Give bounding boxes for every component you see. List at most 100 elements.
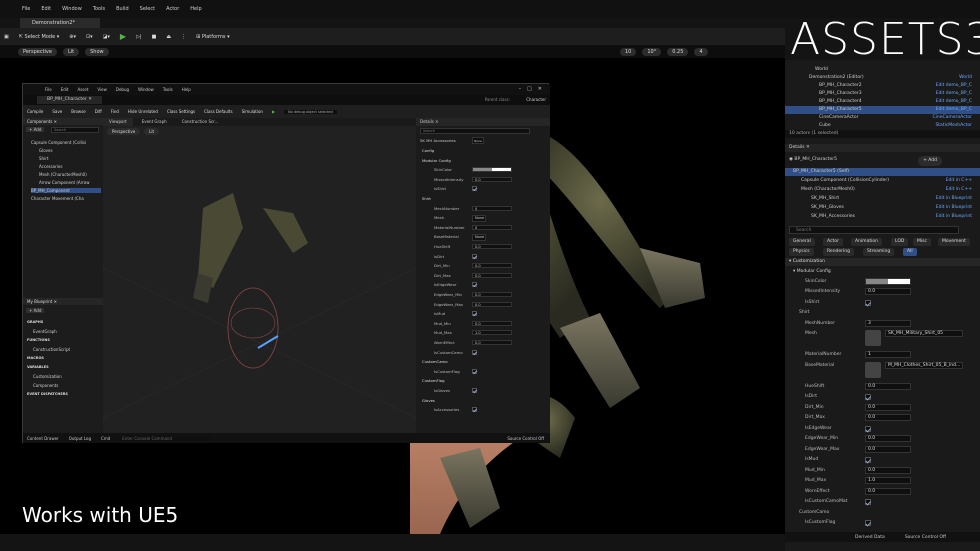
- property-value[interactable]: 1: [865, 351, 911, 358]
- scale-snap-button[interactable]: 0.25: [667, 47, 689, 56]
- grid-snap-button[interactable]: 10: [620, 47, 637, 56]
- bp-component-item[interactable]: BP_MH_Component: [31, 188, 101, 193]
- bp-details-none-value[interactable]: None: [472, 137, 484, 144]
- bp-details-tab[interactable]: Details ✕: [416, 118, 550, 126]
- details-tab[interactable]: Details ✕: [785, 144, 980, 152]
- skin-color-swatch[interactable]: [865, 278, 911, 285]
- outliner-row-type[interactable]: Edit demo_BP_C: [936, 82, 972, 90]
- bp-viewport[interactable]: Viewport Event Graph Construction Scr...…: [103, 118, 416, 433]
- menu-item-help[interactable]: Help: [190, 6, 201, 12]
- bp-property-value[interactable]: 0.0: [472, 244, 512, 249]
- section-customization[interactable]: ▾ Customization: [785, 258, 980, 266]
- filter-tab-movement[interactable]: Movement: [938, 238, 970, 246]
- bp-component-item[interactable]: Shirt: [39, 156, 48, 161]
- bp-toolbar-class-defaults[interactable]: Class Defaults: [204, 109, 233, 114]
- my-blueprint-entry[interactable]: EVENT DISPATCHERS: [27, 392, 68, 396]
- bp-property-checkbox[interactable]: [472, 368, 477, 374]
- property-checkbox[interactable]: [865, 425, 871, 432]
- property-checkbox[interactable]: [865, 457, 871, 463]
- section-modular-config[interactable]: ▾ Modular Config: [785, 268, 980, 276]
- my-blueprint-entry[interactable]: Components: [33, 383, 58, 388]
- bp-toolbar-browse[interactable]: Browse: [71, 109, 86, 114]
- bp-property-checkbox[interactable]: [472, 407, 477, 413]
- bp-asset-picker[interactable]: None: [472, 234, 486, 242]
- bp-component-item[interactable]: Arrow Component (Arrow: [39, 180, 90, 185]
- content-drawer-button[interactable]: Content Drawer: [27, 436, 59, 441]
- property-value[interactable]: 0.0: [865, 435, 911, 442]
- component-tree-row[interactable]: SK_MH_Gloves Edit in Blueprint: [785, 204, 980, 212]
- filter-tab-lod[interactable]: LOD: [891, 238, 909, 246]
- outliner-row[interactable]: World: [785, 66, 980, 74]
- property-value[interactable]: 0.0: [865, 466, 911, 474]
- property-value[interactable]: 1.0: [865, 477, 911, 484]
- bp-asset-picker[interactable]: None: [472, 215, 486, 223]
- cinematics-icon[interactable]: ◪▾: [103, 34, 110, 40]
- bp-property-value[interactable]: 0.0: [472, 263, 512, 269]
- details-search-input[interactable]: Search: [789, 226, 959, 234]
- menu-item-actor[interactable]: Actor: [166, 6, 179, 12]
- component-edit-link[interactable]: Edit in C++: [946, 177, 972, 185]
- perspective-button[interactable]: Perspective: [18, 47, 57, 56]
- outliner-row-type[interactable]: Edit demo_BP_C: [936, 90, 972, 98]
- outliner-row[interactable]: CineCameraActor CineCameraActor: [785, 114, 980, 122]
- my-blueprint-entry[interactable]: FUNCTIONS: [27, 338, 50, 342]
- blueprint-icon[interactable]: ⊡▾: [86, 34, 93, 40]
- lit-button[interactable]: Lit: [62, 47, 80, 56]
- bp-property-value[interactable]: 1.0: [472, 330, 512, 336]
- bp-toolbar-diff[interactable]: Diff: [95, 109, 102, 114]
- menu-item-tools[interactable]: Tools: [93, 6, 105, 12]
- bp-component-item[interactable]: Gloves: [39, 148, 53, 153]
- debug-object-select[interactable]: No debug object selected: [284, 109, 337, 114]
- select-mode-button[interactable]: ⇱ Select Mode ▾: [19, 34, 60, 40]
- bp-component-item[interactable]: Mesh (CharacterMesh0): [39, 172, 87, 177]
- components-tab[interactable]: Components ✕: [23, 118, 103, 125]
- menu-item-window[interactable]: Window: [62, 6, 82, 12]
- stop-icon[interactable]: ■: [152, 34, 157, 40]
- my-blueprint-entry[interactable]: MACROS: [27, 356, 44, 360]
- bp-property-value[interactable]: 0.0: [472, 292, 512, 297]
- components-search-input[interactable]: Search: [51, 127, 99, 133]
- bp-toolbar-hide-unrelated[interactable]: Hide Unrelated: [128, 109, 158, 114]
- bp-property-checkbox[interactable]: [472, 282, 477, 288]
- property-value[interactable]: 0.0: [865, 288, 911, 295]
- component-tree-row[interactable]: SK_MH_Shirt Edit in Blueprint: [785, 195, 980, 203]
- camera-speed-button[interactable]: 4: [694, 47, 708, 56]
- derived-data-button[interactable]: Derived Data: [855, 535, 885, 540]
- filter-tab-misc[interactable]: Misc: [913, 238, 931, 246]
- bp-property-value[interactable]: 0.0: [472, 301, 512, 307]
- component-edit-link[interactable]: Edit in Blueprint: [936, 204, 972, 212]
- bp-toolbar-simulation[interactable]: Simulation: [242, 109, 263, 114]
- my-blueprint-tab[interactable]: My Blueprint ✕: [23, 298, 103, 305]
- my-blueprint-entry[interactable]: Customization: [33, 374, 62, 379]
- bp-menu-item-help[interactable]: Help: [182, 87, 191, 92]
- bp-property-value[interactable]: 0.0: [472, 320, 512, 326]
- bp-property-checkbox[interactable]: [472, 186, 477, 192]
- console-input[interactable]: Enter Console Command: [120, 435, 211, 441]
- bp-property-value[interactable]: 0.0: [472, 176, 512, 182]
- asset-picker[interactable]: M_MH_Clothes_Shirt_05_B_Ind...: [885, 361, 963, 369]
- bp-play-icon[interactable]: ▶: [272, 109, 275, 114]
- eject-icon[interactable]: ⏏: [166, 34, 171, 40]
- maximize-icon[interactable]: □: [527, 86, 532, 92]
- angle-snap-button[interactable]: 10°: [642, 47, 662, 56]
- property-value[interactable]: 0.0: [865, 445, 911, 453]
- outliner-row[interactable]: BP_MH_Character4 Edit demo_BP_C: [785, 98, 980, 106]
- outliner-row[interactable]: BP_MH_Character3 Edit demo_BP_C: [785, 90, 980, 98]
- add-component-button[interactable]: + Add: [918, 156, 942, 166]
- document-tab[interactable]: Demonstration2*: [20, 18, 100, 28]
- filter-tab-streaming[interactable]: Streaming: [863, 248, 895, 256]
- bp-property-value[interactable]: 0.0: [472, 340, 512, 345]
- outliner-row[interactable]: Demonstration2 (Editor) World: [785, 74, 980, 82]
- bp-toolbar-find[interactable]: Find: [111, 109, 119, 114]
- bp-property-checkbox[interactable]: [472, 311, 477, 317]
- filter-tab-physics[interactable]: Physics: [789, 248, 814, 256]
- show-button[interactable]: Show: [85, 47, 109, 56]
- more-options-icon[interactable]: ⋮: [181, 34, 186, 40]
- save-icon[interactable]: ▣: [4, 34, 9, 40]
- component-edit-link[interactable]: Edit in Blueprint: [936, 195, 972, 203]
- my-blueprint-entry[interactable]: EventGraph: [33, 329, 57, 334]
- outliner-row-type[interactable]: Edit demo_BP_C: [936, 106, 972, 114]
- property-value[interactable]: 0.0: [865, 414, 911, 421]
- property-value[interactable]: 3: [865, 319, 911, 327]
- bp-property-value[interactable]: 0.0: [472, 272, 512, 278]
